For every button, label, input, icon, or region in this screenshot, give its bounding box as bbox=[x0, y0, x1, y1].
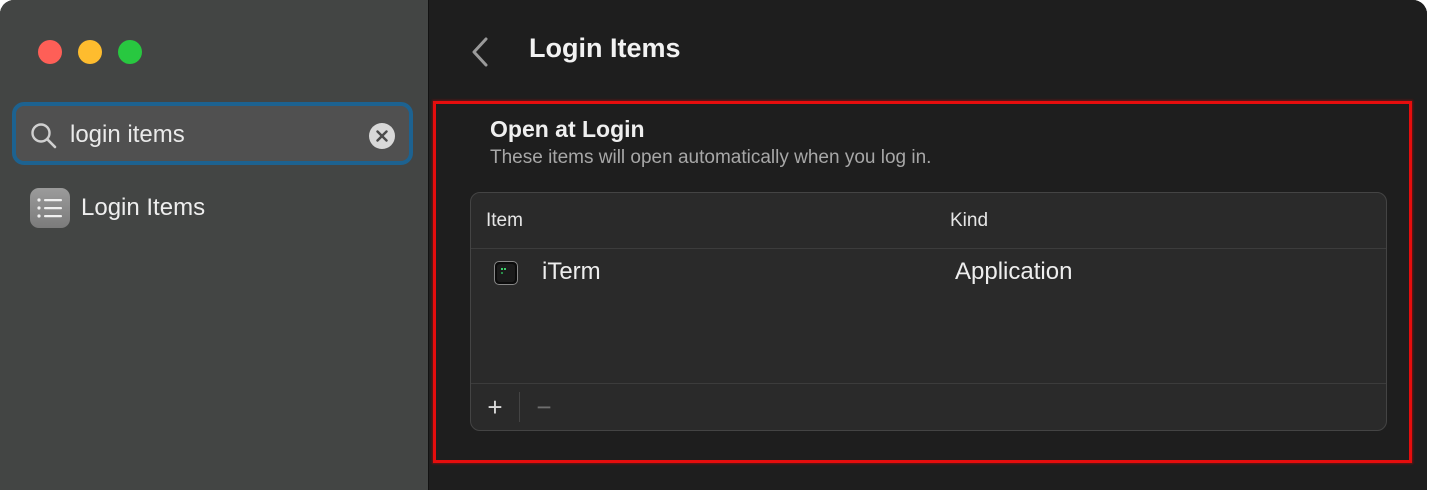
column-header-item[interactable]: Item bbox=[486, 210, 523, 232]
zoom-window-button[interactable] bbox=[118, 40, 142, 64]
settings-window: login items Login Items Login Items Open… bbox=[0, 0, 1427, 490]
search-field[interactable]: login items bbox=[12, 102, 413, 165]
page-title: Login Items bbox=[529, 33, 681, 63]
sidebar-item-login-items[interactable]: Login Items bbox=[30, 188, 410, 228]
table-row[interactable]: iTerm Application bbox=[471, 249, 1386, 299]
table-header: Item Kind bbox=[471, 193, 1386, 249]
sidebar-item-label: Login Items bbox=[81, 194, 206, 221]
row-item-kind: Application bbox=[955, 258, 1073, 285]
iterm-app-icon bbox=[494, 261, 518, 285]
close-window-button[interactable] bbox=[38, 40, 62, 64]
chevron-left-icon[interactable] bbox=[469, 35, 491, 69]
search-input[interactable]: login items bbox=[70, 121, 185, 149]
row-item-name: iTerm bbox=[542, 258, 601, 285]
login-items-table: Item Kind iTerm Application + − bbox=[470, 192, 1387, 431]
remove-item-button[interactable]: − bbox=[520, 384, 568, 430]
section-subtitle: These items will open automatically when… bbox=[490, 147, 932, 168]
clear-search-icon[interactable] bbox=[369, 123, 395, 149]
table-footer: + − bbox=[471, 383, 1386, 430]
sidebar: login items Login Items bbox=[0, 0, 429, 490]
main-pane: Login Items Open at Login These items wi… bbox=[429, 0, 1427, 490]
add-item-button[interactable]: + bbox=[471, 384, 519, 430]
column-header-kind[interactable]: Kind bbox=[950, 210, 988, 232]
minimize-window-button[interactable] bbox=[78, 40, 102, 64]
search-icon bbox=[31, 123, 57, 149]
login-items-list-icon bbox=[30, 188, 70, 228]
section-title: Open at Login bbox=[490, 116, 645, 142]
window-controls bbox=[38, 40, 142, 64]
